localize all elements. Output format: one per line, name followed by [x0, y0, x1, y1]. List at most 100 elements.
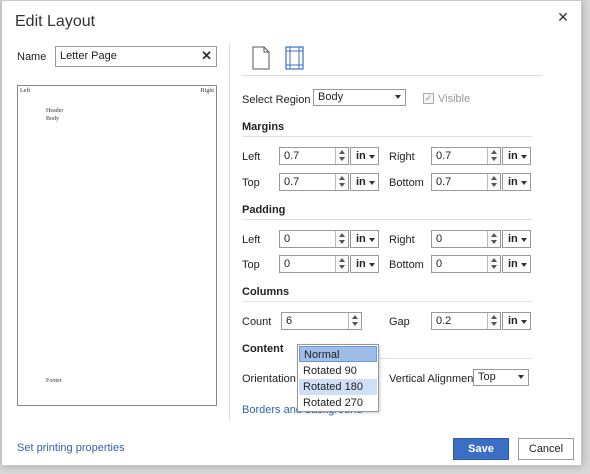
page-icon[interactable] — [250, 46, 272, 70]
unit-value: in — [356, 176, 366, 188]
vertical-alignment-label: Vertical Alignment — [389, 373, 477, 385]
stepper-buttons[interactable] — [335, 174, 348, 190]
content-divider — [380, 358, 532, 359]
margin-left-unit-select[interactable]: in — [350, 147, 379, 165]
stepper-buttons[interactable] — [487, 256, 500, 272]
column-gap-label: Gap — [389, 316, 410, 328]
stepper-buttons[interactable] — [348, 313, 361, 329]
margin-top-value: 0.7 — [284, 176, 300, 188]
padding-left-unit-select[interactable]: in — [350, 230, 379, 248]
dialog-title: Edit Layout — [15, 13, 96, 30]
padding-left-stepper[interactable]: 0 — [279, 230, 349, 248]
margin-right-value: 0.7 — [436, 150, 452, 162]
padding-left-label: Left — [242, 234, 261, 246]
stepper-buttons[interactable] — [487, 313, 500, 329]
padding-section-title: Padding — [242, 204, 286, 216]
margins-divider — [242, 136, 532, 137]
padding-bottom-unit-select[interactable]: in — [502, 255, 531, 273]
padding-right-value: 0 — [436, 233, 443, 245]
layout-tabs — [242, 43, 542, 76]
padding-right-unit-select[interactable]: in — [502, 230, 531, 248]
margin-top-label: Top — [242, 177, 260, 189]
content-section-title: Content — [242, 343, 284, 355]
margin-top-stepper[interactable]: 0.7 — [279, 173, 349, 191]
column-count-value: 6 — [286, 315, 293, 327]
stepper-buttons[interactable] — [487, 174, 500, 190]
margin-bottom-label: Bottom — [389, 177, 424, 189]
padding-bottom-label: Bottom — [389, 259, 424, 271]
vertical-divider — [229, 43, 230, 421]
unit-value: in — [508, 233, 518, 245]
preview-right-label: Right — [200, 88, 214, 94]
chevron-down-icon — [518, 375, 524, 379]
unit-value: in — [508, 176, 518, 188]
stepper-buttons[interactable] — [335, 231, 348, 247]
unit-value: in — [356, 150, 366, 162]
stepper-buttons[interactable] — [335, 256, 348, 272]
margin-right-label: Right — [389, 151, 415, 163]
name-label: Name — [17, 51, 47, 63]
column-count-label: Count — [242, 316, 272, 328]
visible-checkbox[interactable]: ✓ — [423, 93, 434, 104]
unit-value: in — [508, 150, 518, 162]
margins-section-title: Margins — [242, 121, 285, 133]
margin-bottom-value: 0.7 — [436, 176, 452, 188]
unit-value: in — [356, 258, 366, 270]
orientation-option[interactable]: Rotated 90 — [299, 363, 377, 379]
padding-divider — [242, 219, 532, 220]
chevron-down-icon — [395, 95, 401, 99]
stepper-buttons[interactable] — [335, 148, 348, 164]
column-count-stepper[interactable]: 6 — [281, 312, 362, 330]
set-printing-properties-link[interactable]: Set printing properties — [17, 442, 125, 454]
orientation-option[interactable]: Rotated 180 — [299, 379, 377, 395]
orientation-dropdown[interactable]: Normal Rotated 90 Rotated 180 Rotated 27… — [297, 344, 379, 412]
padding-right-label: Right — [389, 234, 415, 246]
padding-bottom-stepper[interactable]: 0 — [431, 255, 501, 273]
margin-left-stepper[interactable]: 0.7 — [279, 147, 349, 165]
name-value: Letter Page — [60, 50, 117, 62]
unit-value: in — [356, 233, 366, 245]
region-select[interactable]: Body — [313, 89, 406, 106]
margin-top-unit-select[interactable]: in — [350, 173, 379, 191]
column-gap-value: 0.2 — [436, 315, 452, 327]
margin-bottom-stepper[interactable]: 0.7 — [431, 173, 501, 191]
save-button[interactable]: Save — [453, 438, 509, 460]
visible-label: Visible — [438, 93, 471, 105]
unit-value: in — [508, 258, 518, 270]
close-icon[interactable]: ✕ — [555, 9, 571, 25]
unit-value: in — [508, 315, 518, 327]
select-region-label: Select Region — [242, 94, 311, 106]
preview-left-label: Left — [20, 88, 30, 94]
stepper-buttons[interactable] — [487, 148, 500, 164]
cancel-button[interactable]: Cancel — [518, 438, 574, 460]
margin-bottom-unit-select[interactable]: in — [502, 173, 531, 191]
margin-left-value: 0.7 — [284, 150, 300, 162]
clear-icon[interactable]: ✕ — [201, 48, 212, 64]
orientation-option[interactable]: Rotated 270 — [299, 395, 377, 411]
padding-bottom-value: 0 — [436, 258, 443, 270]
orientation-option[interactable]: Normal — [299, 346, 377, 362]
padding-top-value: 0 — [284, 258, 291, 270]
vertical-alignment-select[interactable]: Top — [473, 369, 529, 386]
columns-page-icon[interactable] — [284, 46, 306, 70]
margin-right-stepper[interactable]: 0.7 — [431, 147, 501, 165]
column-gap-unit-select[interactable]: in — [502, 312, 531, 330]
columns-section-title: Columns — [242, 286, 290, 298]
padding-top-stepper[interactable]: 0 — [279, 255, 349, 273]
name-input[interactable]: Letter Page ✕ — [55, 46, 217, 67]
padding-top-unit-select[interactable]: in — [350, 255, 379, 273]
column-gap-stepper[interactable]: 0.2 — [431, 312, 501, 330]
columns-divider — [242, 301, 532, 302]
padding-left-value: 0 — [284, 233, 291, 245]
vertical-alignment-value: Top — [478, 371, 496, 383]
margin-right-unit-select[interactable]: in — [502, 147, 531, 165]
padding-right-stepper[interactable]: 0 — [431, 230, 501, 248]
stepper-buttons[interactable] — [487, 231, 500, 247]
preview-header-label: Header — [46, 108, 64, 114]
preview-body-label: Body — [46, 116, 60, 122]
margin-left-label: Left — [242, 151, 261, 163]
page-preview: Left Right Header Body Footer — [17, 85, 217, 406]
padding-top-label: Top — [242, 259, 260, 271]
region-select-value: Body — [318, 91, 344, 103]
orientation-label: Orientation — [242, 373, 296, 385]
